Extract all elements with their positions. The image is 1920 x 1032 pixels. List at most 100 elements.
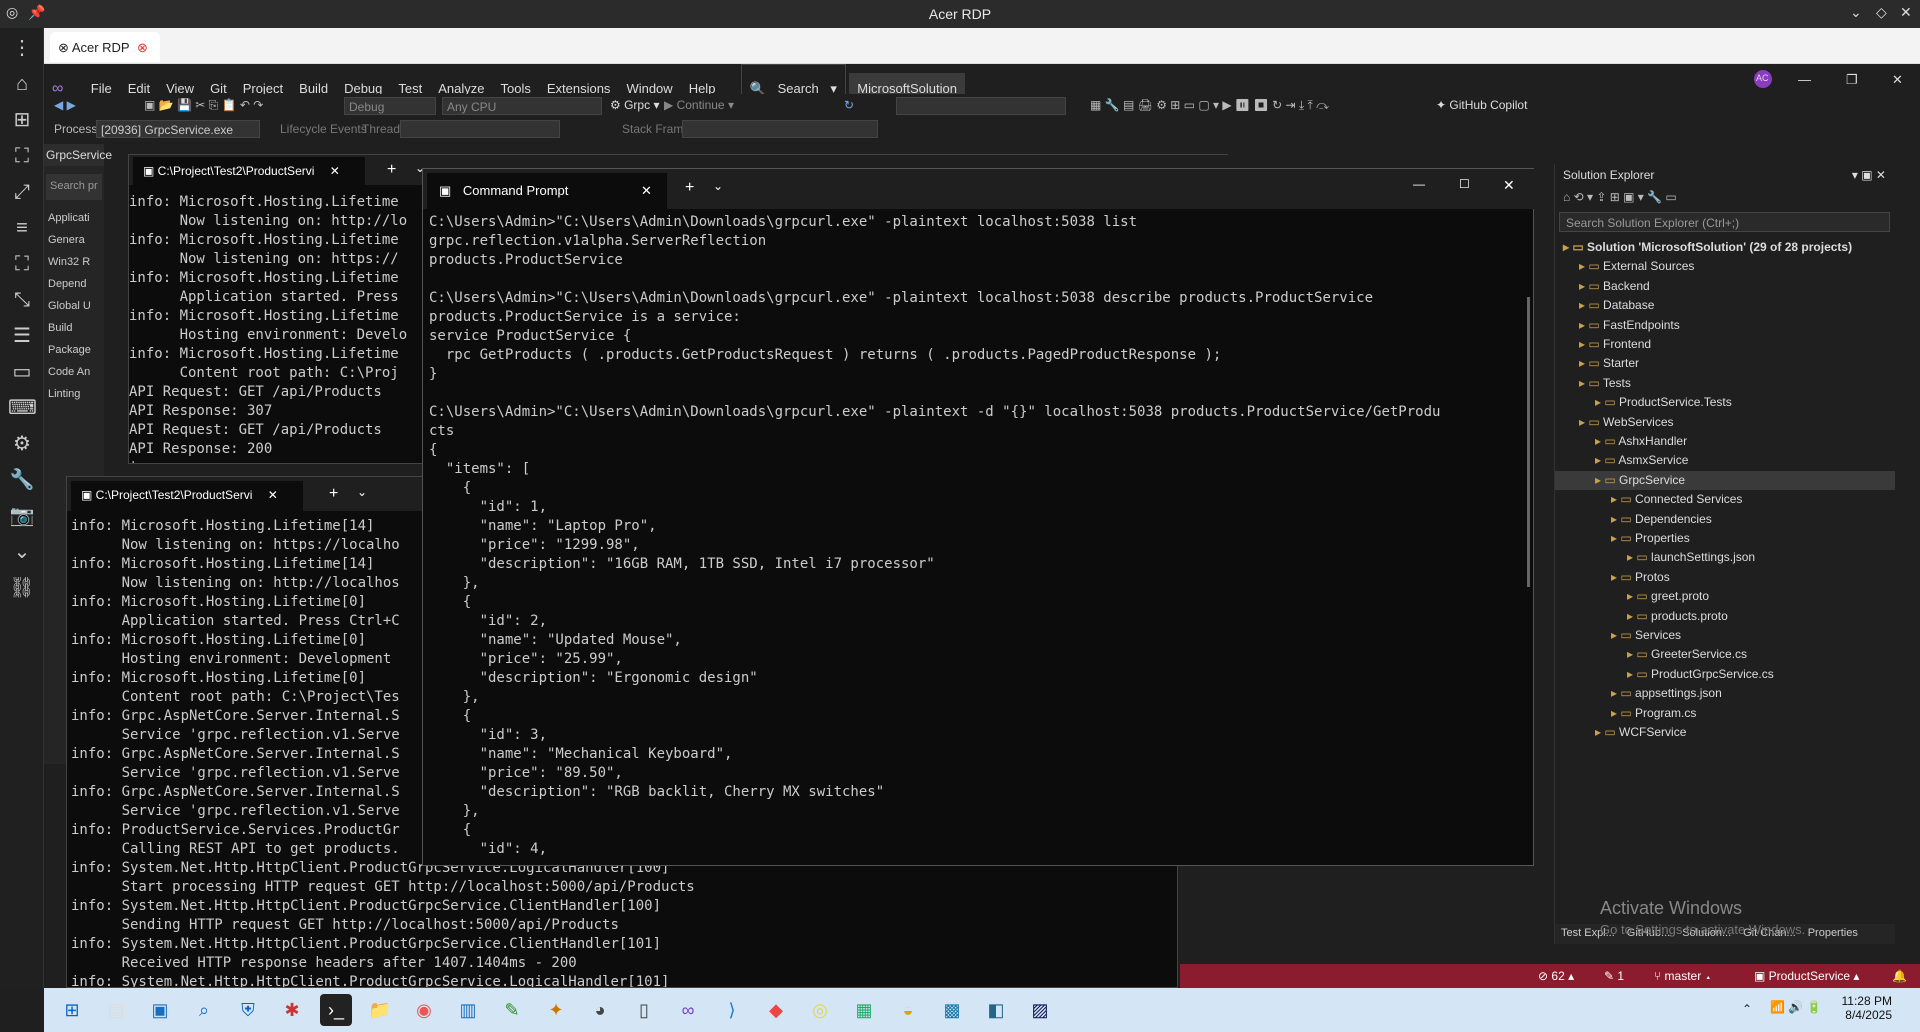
chrome-icon[interactable]: ◎ [804,994,836,1026]
solution-tree-item[interactable]: ▸ ▭ AshxHandler [1555,432,1895,451]
properties-nav-item[interactable]: Package [44,340,104,362]
solution-tree-item[interactable]: ▸ ▭ launchSettings.json [1555,548,1895,567]
new-tab-icon[interactable]: + [387,161,396,179]
changes-indicator[interactable]: ✎ 1 [1604,969,1624,983]
solution-tree-item[interactable]: ▸ ▭ greet.proto [1555,587,1895,606]
new-window-icon[interactable]: ⊞ [8,106,36,134]
process-select[interactable]: [20936] GrpcService.exe [96,120,260,138]
search-button[interactable]: 🔍 Search ▾ [740,64,846,98]
lifecycle-events[interactable]: Lifecycle Events [280,122,367,136]
solution-tree-item[interactable]: ▸ ▭ products.proto [1555,607,1895,626]
properties-nav-item[interactable]: Win32 R [44,252,104,274]
menu-item[interactable]: Project [235,73,291,96]
new-tab-icon[interactable]: + [329,485,338,503]
security-icon[interactable]: ⛨ [232,994,264,1026]
close-tab-icon[interactable]: ✕ [641,183,652,199]
collapse-icon[interactable]: ⌄ [8,538,36,566]
properties-tab[interactable]: GrpcService [44,144,112,166]
close-tab-icon[interactable]: ✕ [330,164,340,178]
file-toolbar-icons[interactable]: ▣ 📂 💾 ✂ ⎘ 📋 ↶ ↷ [144,98,263,113]
errors-indicator[interactable]: ⊘ 62 ▴ [1538,969,1574,983]
zoom-fit-icon[interactable]: ⛶ [8,250,36,278]
continue-button[interactable]: ▶ Continue ▾ [664,98,734,112]
tray-chevron-icon[interactable]: ⌃ [1742,1002,1752,1016]
cmd-scrollbar[interactable] [1527,297,1530,587]
tray-icons[interactable]: 📶 🔊 🔋 [1770,1000,1822,1014]
close-tab-icon[interactable]: ✕ [268,488,278,502]
fit-icon[interactable]: ⛶ [8,142,36,170]
tools-icon[interactable]: 🔧 [8,466,36,494]
stack-frame-select[interactable] [682,120,878,138]
menu-item[interactable]: File [83,73,120,96]
vscode-icon[interactable]: ⟩ [716,994,748,1026]
remote-app-icon[interactable]: ▩ [936,994,968,1026]
tab-dropdown-icon[interactable]: ⌄ [713,179,723,193]
terminal-app-icon[interactable]: ▤ [100,994,132,1026]
expand-icon[interactable]: ⤢ [8,178,36,206]
solution-tree-item[interactable]: ▸ ▭ Protos [1555,568,1895,587]
menu-item[interactable]: Git [202,73,235,96]
properties-nav-item[interactable]: Depend [44,274,104,296]
restore-icon[interactable]: ◇ [1876,4,1887,21]
menu-item[interactable]: Window [618,73,680,96]
notifications-icon[interactable]: 🔔 [1892,969,1907,983]
properties-nav-item[interactable]: Genera [44,230,104,252]
start-icon[interactable]: ⊞ [56,994,88,1026]
solution-tree-item[interactable]: ▸ ▭ Properties [1555,529,1895,548]
platform-select[interactable]: Any CPU [442,97,602,115]
menu-item[interactable]: Build [291,73,336,96]
terminal-2-tab[interactable]: ▣ C:\Project\Test2\ProductServi ✕ [71,481,303,511]
menu-icon[interactable]: ≡ [8,214,36,242]
list-icon[interactable]: ☰ [8,322,36,350]
cmd-output[interactable]: C:\Users\Admin>"C:\Users\Admin\Downloads… [429,213,1519,863]
properties-nav-item[interactable]: Code An [44,362,104,384]
menu-item[interactable]: Extensions [539,73,619,96]
monitor-icon[interactable]: ▭ [8,358,36,386]
notes-app-icon[interactable]: ▥ [452,994,484,1026]
manager-app-icon[interactable]: ◧ [980,994,1012,1026]
app-icon[interactable]: ✦ [540,994,572,1026]
solution-tree-item[interactable]: ▸ ▭ Services [1555,626,1895,645]
minimize-icon[interactable]: — [1413,177,1425,191]
solution-tree-item[interactable]: ▸ ▭ ProductGrpcService.cs [1555,665,1895,684]
new-tab-icon[interactable]: + [685,179,694,197]
file-explorer-icon[interactable]: 📁 [364,994,396,1026]
desktop-app-icon[interactable]: ▣ [144,994,176,1026]
rdp-session-tab[interactable]: ⊗ Acer RDP ⊗ [50,32,160,62]
se-bottom-tab[interactable]: Properties [1802,924,1864,942]
solution-tree-item[interactable]: ▸ ▭ Program.cs [1555,704,1895,723]
solution-tree-item[interactable]: ▸ ▭ Dependencies [1555,510,1895,529]
solution-tree-item[interactable]: ▸ ▭ Starter [1555,354,1895,373]
solution-tree-item[interactable]: ▸ ▭ Frontend [1555,335,1895,354]
menu-item[interactable]: Test [390,73,430,96]
minimize-icon[interactable]: — [1790,64,1819,87]
paint-icon[interactable]: ◆ [760,994,792,1026]
link-icon[interactable]: ⛓ [8,574,36,602]
panel-controls-icon[interactable]: ▾ ▣ ✕ [1852,168,1886,182]
solution-tree-item[interactable]: ▸ ▭ GrpcService [1555,470,1895,490]
maximize-icon[interactable]: ❐ [1838,64,1866,88]
user-avatar[interactable]: AC [1754,70,1772,88]
maximize-icon[interactable]: ☐ [1459,177,1470,191]
more-icon[interactable]: ⋮ [8,34,36,62]
terminal-1-output[interactable]: info: Microsoft.Hosting.Lifetime Now lis… [129,193,429,463]
close-icon[interactable]: ✕ [1884,64,1911,88]
solution-tree-item[interactable]: ▸ ▭ GreeterService.cs [1555,645,1895,664]
document-icon[interactable]: ▯ [628,994,660,1026]
cmd-tab[interactable]: ▣ Command Prompt ✕ [427,173,667,209]
settings-icon[interactable]: ⚙ [8,430,36,458]
solution-tree-item[interactable]: ▸ ▭ Database [1555,296,1895,315]
visual-studio-icon[interactable]: ∞ [672,994,704,1026]
gimp-icon[interactable]: ◕ [584,994,616,1026]
menu-item[interactable]: Edit [120,73,158,96]
solution-tree-item[interactable]: ▸ ▭ appsettings.json [1555,684,1895,703]
startup-project-button[interactable]: ⚙ Grpc ▾ [610,98,659,112]
properties-nav-item[interactable]: Linting [44,384,104,406]
camera-icon[interactable]: 📷 [8,502,36,530]
tab-dropdown-icon[interactable]: ⌄ [357,485,367,499]
keyboard-icon[interactable]: ⌨ [8,394,37,422]
solution-search-input[interactable]: Search Solution Explorer (Ctrl+;) [1559,212,1890,232]
properties-nav-item[interactable]: Applicati [44,208,104,230]
scale-icon[interactable]: ⤡ [8,286,36,314]
menu-item[interactable]: View [158,73,202,96]
